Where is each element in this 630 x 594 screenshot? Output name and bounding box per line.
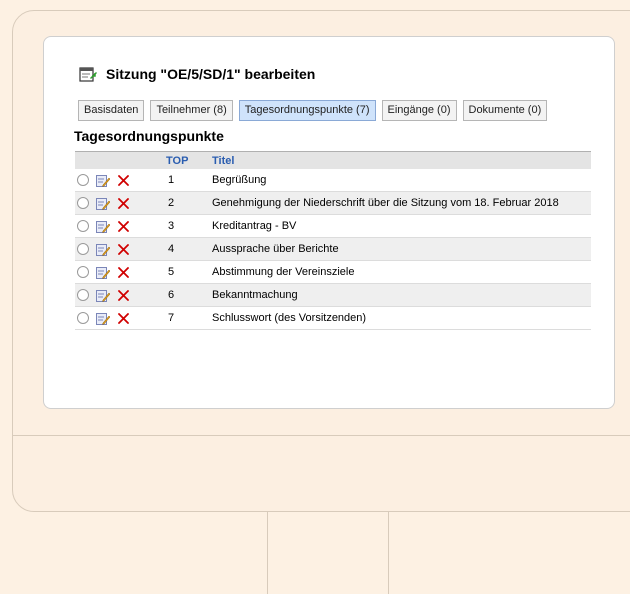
delete-x-icon[interactable]	[118, 289, 129, 301]
tab-tagesordnungspunkte[interactable]: Tagesordnungspunkte (7)	[238, 100, 376, 121]
radio-icon[interactable]	[77, 312, 89, 324]
edit-icon[interactable]	[96, 312, 111, 325]
radio-icon[interactable]	[77, 243, 89, 255]
delete-x-icon[interactable]	[118, 174, 129, 186]
radio-icon[interactable]	[77, 289, 89, 301]
table-row: 5 Abstimmung der Vereinsziele	[75, 260, 591, 284]
stand-left-edge	[267, 511, 268, 594]
row-action-icons	[75, 174, 166, 187]
row-action-icons	[75, 243, 166, 256]
frame-divider	[13, 435, 630, 436]
edit-icon[interactable]	[96, 220, 111, 233]
row-top: 2	[166, 191, 212, 215]
delete-x-icon[interactable]	[118, 220, 129, 232]
title-row: Sitzung "OE/5/SD/1" bearbeiten	[79, 65, 315, 83]
row-action-icons	[75, 266, 166, 279]
edit-icon[interactable]	[96, 243, 111, 256]
row-top: 6	[166, 283, 212, 307]
row-top: 3	[166, 214, 212, 238]
header-actions	[75, 151, 166, 169]
row-titel: Abstimmung der Vereinsziele	[212, 260, 591, 284]
edit-icon[interactable]	[96, 266, 111, 279]
row-titel: Kreditantrag - BV	[212, 214, 591, 238]
header-top: TOP	[166, 151, 212, 169]
edit-icon[interactable]	[96, 289, 111, 302]
radio-icon[interactable]	[77, 174, 89, 186]
radio-icon[interactable]	[77, 266, 89, 278]
table-row: 2 Genehmigung der Niederschrift über die…	[75, 191, 591, 215]
delete-x-icon[interactable]	[118, 266, 129, 278]
row-action-icons	[75, 197, 166, 210]
table-row: 1 Begrüßung	[75, 169, 591, 192]
page-title: Sitzung "OE/5/SD/1" bearbeiten	[106, 66, 316, 82]
tab-eingaenge[interactable]: Eingänge (0)	[381, 100, 457, 121]
table-row: 4 Aussprache über Berichte	[75, 237, 591, 261]
delete-x-icon[interactable]	[118, 312, 129, 324]
edit-document-icon	[79, 65, 97, 83]
row-actions	[75, 306, 166, 330]
content-panel: Sitzung "OE/5/SD/1" bearbeiten Basisdate…	[43, 36, 615, 409]
tab-dokumente[interactable]: Dokumente (0)	[462, 100, 548, 121]
row-titel: Schlusswort (des Vorsitzenden)	[212, 306, 591, 330]
tab-teilnehmer[interactable]: Teilnehmer (8)	[150, 100, 233, 121]
row-top: 7	[166, 306, 212, 330]
agenda-table: TOP Titel 1 Begrüßung 2 Genehmigung der …	[75, 151, 591, 330]
row-titel: Bekanntmachung	[212, 283, 591, 307]
edit-icon[interactable]	[96, 174, 111, 187]
row-action-icons	[75, 220, 166, 233]
row-actions	[75, 283, 166, 307]
row-actions	[75, 237, 166, 261]
table-row: 3 Kreditantrag - BV	[75, 214, 591, 238]
row-action-icons	[75, 312, 166, 325]
delete-x-icon[interactable]	[118, 243, 129, 255]
row-actions	[75, 191, 166, 215]
row-actions	[75, 169, 166, 192]
delete-x-icon[interactable]	[118, 197, 129, 209]
stand-right-edge	[388, 511, 389, 594]
row-top: 1	[166, 169, 212, 192]
edit-icon[interactable]	[96, 197, 111, 210]
table-header-row: TOP Titel	[75, 151, 591, 169]
radio-icon[interactable]	[77, 197, 89, 209]
row-top: 5	[166, 260, 212, 284]
row-titel: Aussprache über Berichte	[212, 237, 591, 261]
row-actions	[75, 260, 166, 284]
tab-basisdaten[interactable]: Basisdaten	[78, 100, 145, 121]
row-titel: Genehmigung der Niederschrift über die S…	[212, 191, 591, 215]
row-action-icons	[75, 289, 166, 302]
row-titel: Begrüßung	[212, 169, 591, 192]
section-title: Tagesordnungspunkte	[74, 128, 224, 144]
tab-bar: Basisdaten Teilnehmer (8) Tagesordnungsp…	[78, 100, 548, 121]
table-row: 6 Bekanntmachung	[75, 283, 591, 307]
row-top: 4	[166, 237, 212, 261]
row-actions	[75, 214, 166, 238]
radio-icon[interactable]	[77, 220, 89, 232]
header-titel: Titel	[212, 151, 591, 169]
table-row: 7 Schlusswort (des Vorsitzenden)	[75, 306, 591, 330]
